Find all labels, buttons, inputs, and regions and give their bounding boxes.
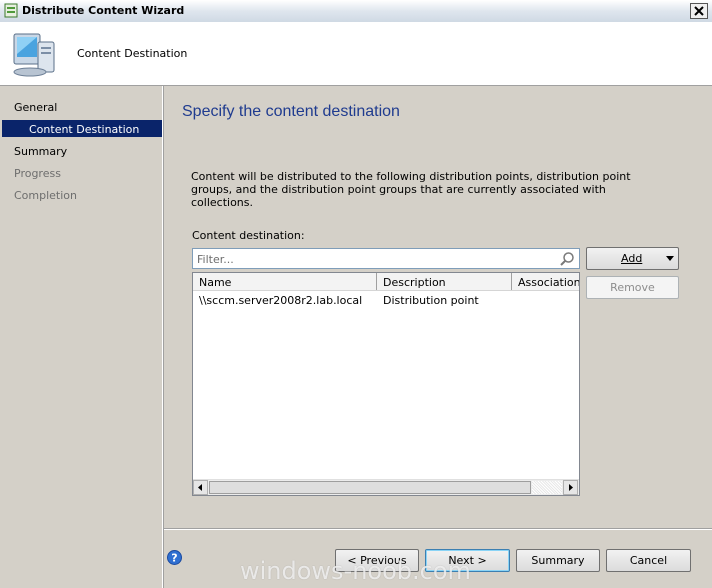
arrow-left-icon xyxy=(198,484,202,491)
grid-header: Name Description Associations xyxy=(193,273,579,291)
footer-divider xyxy=(164,528,712,530)
search-icon[interactable] xyxy=(559,251,575,267)
cancel-button[interactable]: Cancel xyxy=(606,549,691,572)
scroll-right-button[interactable] xyxy=(563,480,578,495)
destination-grid[interactable]: Name Description Associations \\sccm.ser… xyxy=(192,272,580,496)
header-step-title: Content Destination xyxy=(77,47,188,60)
content-destination-label: Content destination: xyxy=(192,229,305,242)
nav-item-summary[interactable]: Summary xyxy=(14,145,67,158)
nav-item-content-destination[interactable]: Content Destination xyxy=(2,120,162,137)
scroll-left-button[interactable] xyxy=(193,480,208,495)
row-name: \\sccm.server2008r2.lab.local xyxy=(199,294,363,307)
help-icon[interactable]: ? xyxy=(167,550,182,565)
table-row[interactable]: \\sccm.server2008r2.lab.local Distributi… xyxy=(193,291,579,309)
title-bar[interactable]: Distribute Content Wizard xyxy=(0,0,712,23)
dropdown-arrow-icon xyxy=(666,256,674,261)
computer-icon xyxy=(13,33,55,77)
page-description: Content will be distributed to the follo… xyxy=(191,170,631,209)
wizard-app-icon xyxy=(4,3,18,18)
wizard-window: Distribute Content Wizard Content Destin… xyxy=(0,0,712,588)
window-title: Distribute Content Wizard xyxy=(22,4,185,17)
nav-item-general[interactable]: General xyxy=(14,101,57,114)
filter-box[interactable] xyxy=(192,248,580,269)
close-icon xyxy=(694,6,704,16)
svg-text:?: ? xyxy=(171,552,177,565)
wizard-page: Specify the content destination Content … xyxy=(164,86,712,528)
wizard-header: Content Destination xyxy=(0,22,712,86)
horizontal-scrollbar[interactable] xyxy=(193,479,579,495)
wizard-nav: General Content Destination Summary Prog… xyxy=(0,86,163,588)
add-dropdown-button[interactable]: Add xyxy=(586,247,679,270)
summary-button[interactable]: Summary xyxy=(516,549,600,572)
watermark: windows-noob.com xyxy=(240,557,471,585)
column-header-associations[interactable]: Associations xyxy=(512,273,579,290)
close-button[interactable] xyxy=(690,3,708,19)
page-title: Specify the content destination xyxy=(182,103,400,120)
remove-button[interactable]: Remove xyxy=(586,276,679,299)
nav-item-completion: Completion xyxy=(14,189,78,202)
column-header-name[interactable]: Name xyxy=(193,273,377,290)
nav-item-progress: Progress xyxy=(14,167,61,180)
filter-input[interactable] xyxy=(195,251,559,268)
row-description: Distribution point xyxy=(383,294,479,307)
arrow-right-icon xyxy=(569,484,573,491)
column-header-description[interactable]: Description xyxy=(377,273,512,290)
scroll-track[interactable] xyxy=(532,481,562,494)
scroll-thumb[interactable] xyxy=(209,481,531,494)
add-button-label: Add xyxy=(621,252,643,265)
